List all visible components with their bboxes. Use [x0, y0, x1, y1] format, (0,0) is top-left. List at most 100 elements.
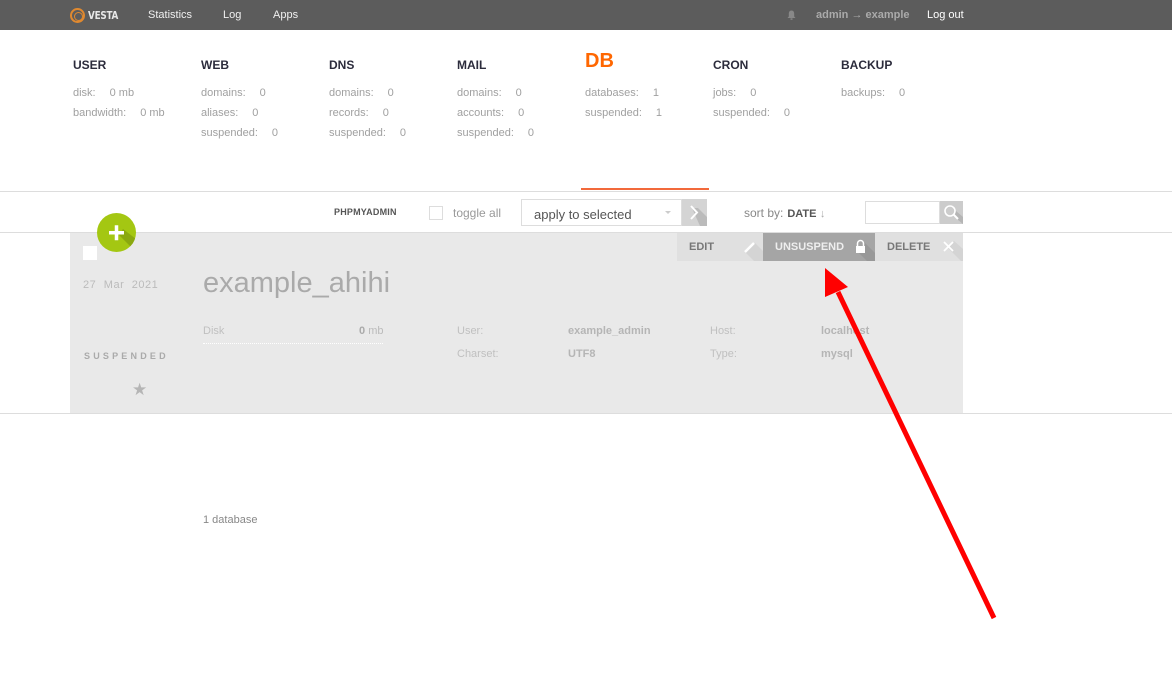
chevron-down-icon: [665, 211, 671, 214]
logout-link[interactable]: Log out: [927, 9, 964, 21]
stat-row: databases: 1: [585, 87, 662, 99]
stat-value: 0: [518, 107, 525, 119]
stat-row: suspended: 1: [585, 107, 662, 119]
stat-label: aliases:: [201, 107, 239, 119]
stat-row: domains: 0: [457, 87, 534, 99]
stat-row: bandwidth: 0 mb: [73, 107, 165, 119]
host-label: Host:: [710, 325, 736, 337]
unsuspend-label: UNSUSPEND: [775, 241, 845, 253]
toggle-all-label[interactable]: toggle all: [453, 206, 501, 220]
stat-row: jobs: 0: [713, 87, 790, 99]
stats-tab-title[interactable]: CRON: [713, 58, 748, 74]
sort-by-value[interactable]: DATE: [787, 208, 816, 220]
stats-rows: domains: 0 aliases: 0 suspended: 0: [201, 87, 278, 139]
stat-row: disk: 0 mb: [73, 87, 165, 99]
stat-value: 0: [527, 127, 535, 139]
user-link[interactable]: admin → example: [816, 9, 910, 21]
logo-text: VESTA: [88, 8, 119, 22]
stats-tab-db[interactable]: DB databases: 1 suspended: 1: [585, 51, 662, 119]
stats-tab-title[interactable]: MAIL: [457, 58, 486, 74]
stats-tab-title[interactable]: DNS: [329, 58, 354, 74]
stat-row: domains: 0: [201, 87, 278, 99]
stat-value: 0: [515, 87, 522, 99]
stats-rows: jobs: 0 suspended: 0: [713, 87, 790, 119]
chevron-right-icon: [690, 205, 707, 226]
delete-label: DELETE: [887, 241, 931, 253]
stats-rows: databases: 1 suspended: 1: [585, 87, 662, 119]
stat-value: 0: [750, 87, 757, 99]
stat-label: disk:: [73, 87, 96, 99]
stat-row: suspended: 0: [201, 127, 278, 139]
nav-statistics[interactable]: Statistics: [148, 9, 192, 21]
stat-value: 0: [783, 107, 791, 119]
host-value: localhost: [821, 325, 870, 337]
stats-tab-title[interactable]: WEB: [201, 58, 229, 74]
add-database-button[interactable]: [97, 213, 136, 252]
stat-row: accounts: 0: [457, 107, 534, 119]
stats-tab-title[interactable]: BACKUP: [841, 58, 892, 74]
stat-value: 0: [382, 107, 389, 119]
stat-value: 1: [655, 107, 663, 119]
bell-icon[interactable]: [787, 10, 796, 20]
search-input[interactable]: [865, 201, 940, 224]
vesta-logo[interactable]: VESTA: [70, 7, 126, 23]
nav-apps[interactable]: Apps: [273, 9, 298, 21]
stat-value: 0: [259, 87, 266, 99]
divider: [0, 191, 1172, 192]
toggle-all-checkbox[interactable]: [429, 206, 443, 220]
search-icon: [944, 205, 963, 224]
stat-label: domains:: [457, 87, 502, 99]
stats-tab-mail[interactable]: MAIL domains: 0 accounts: 0 suspended: 0: [457, 58, 534, 139]
stat-label: domains:: [201, 87, 246, 99]
nav-log[interactable]: Log: [223, 9, 241, 21]
stats-tab-cron[interactable]: CRON jobs: 0 suspended: 0: [713, 58, 790, 119]
stats-tab-dns[interactable]: DNS domains: 0 records: 0 suspended: 0: [329, 58, 406, 139]
stat-label: suspended:: [585, 107, 642, 119]
database-row: 27 Mar 2021 SUSPENDED ★ example_ahihi Di…: [70, 233, 963, 413]
stat-value: 1: [652, 87, 659, 99]
stats-tab-backup[interactable]: BACKUP backups: 0: [841, 58, 905, 99]
delete-button[interactable]: DELETE: [875, 233, 963, 261]
stat-label: bandwidth:: [73, 107, 127, 119]
stat-value: 0: [271, 127, 279, 139]
unsuspend-button[interactable]: UNSUSPEND: [763, 233, 875, 261]
stat-label: suspended:: [329, 127, 386, 139]
stat-row: backups: 0: [841, 87, 905, 99]
plus-icon: [109, 225, 136, 252]
stat-value: 0: [252, 107, 259, 119]
sort-by[interactable]: sort by: DATE ↓: [744, 206, 825, 220]
stats-tab-title[interactable]: USER: [73, 58, 106, 74]
logo-icon: [70, 7, 85, 23]
close-icon: [943, 241, 963, 261]
database-count: 1 database: [203, 514, 258, 526]
edit-button[interactable]: EDIT: [677, 233, 763, 261]
phpmyadmin-link[interactable]: PHPMYADMIN: [334, 207, 397, 217]
apply-to-selected-select[interactable]: apply to selected: [521, 199, 682, 226]
user-label: User:: [457, 325, 484, 337]
charset-label: Charset:: [457, 348, 499, 360]
row-checkbox[interactable]: [83, 246, 97, 260]
type-value: mysql: [821, 348, 853, 360]
stats-tab-web[interactable]: WEB domains: 0 aliases: 0 suspended: 0: [201, 58, 278, 139]
edit-label: EDIT: [689, 241, 715, 253]
stat-row: suspended: 0: [457, 127, 534, 139]
stat-row: domains: 0: [329, 87, 406, 99]
sort-by-label: sort by:: [744, 206, 784, 220]
stats-tab-title[interactable]: DB: [585, 51, 614, 71]
stat-label: suspended:: [713, 107, 770, 119]
stat-row: suspended: 0: [329, 127, 406, 139]
stat-value: 0: [387, 87, 394, 99]
search-button[interactable]: [940, 201, 963, 224]
disk-bar: [203, 343, 383, 344]
stat-label: backups:: [841, 87, 886, 99]
sort-direction-icon[interactable]: ↓: [820, 208, 826, 220]
stat-row: records: 0: [329, 107, 406, 119]
stats-tab-user[interactable]: USER disk: 0 mb bandwidth: 0 mb: [73, 58, 165, 119]
stat-value: 0 mb: [140, 107, 165, 119]
stat-label: jobs:: [713, 87, 737, 99]
stat-label: accounts:: [457, 107, 505, 119]
apply-button[interactable]: [682, 199, 707, 226]
disk-value: 0 mb: [359, 325, 383, 337]
star-icon[interactable]: ★: [132, 380, 147, 400]
stat-value: 0: [899, 87, 906, 99]
